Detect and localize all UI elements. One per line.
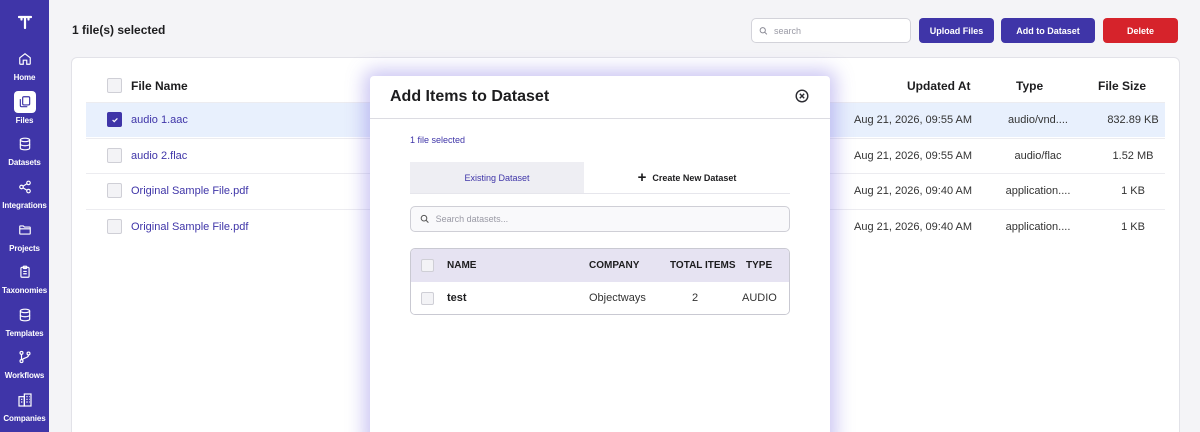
updated-at: Aug 21, 2026, 09:55 AM <box>854 150 973 162</box>
clipboard-icon <box>14 261 36 283</box>
database-icon <box>14 133 36 155</box>
dataset-name: test <box>447 292 467 304</box>
file-type: application.... <box>1005 221 1071 233</box>
dataset-company: Objectways <box>589 292 646 304</box>
file-name[interactable]: Original Sample File.pdf <box>131 221 248 233</box>
row-checkbox[interactable] <box>107 112 122 127</box>
sidebar-item-templates[interactable]: Templates <box>0 300 49 343</box>
sidebar-item-label: Datasets <box>8 158 41 168</box>
dataset-search-input[interactable] <box>435 214 789 224</box>
search-icon <box>420 214 429 223</box>
dataset-total-items: 2 <box>692 292 699 304</box>
home-icon <box>14 48 36 70</box>
delete-button[interactable]: Delete <box>1103 18 1178 43</box>
add-items-dialog: Add Items to Dataset 1 file selected Exi… <box>370 76 830 432</box>
selected-count: 1 file selected <box>410 135 466 145</box>
sidebar-item-label: Workflows <box>4 371 45 381</box>
sidebar-item-label: Companies <box>3 414 46 424</box>
dataset-type: AUDIO <box>742 292 777 304</box>
select-all-datasets-checkbox[interactable] <box>421 259 434 272</box>
sidebar-item-taxonomies[interactable]: Taxonomies <box>0 257 49 300</box>
row-checkbox[interactable] <box>107 148 122 163</box>
sidebar: Home Files Datasets Integrations Project… <box>0 0 49 432</box>
datasets-table-header: NAME COMPANY TOTAL ITEMS TYPE <box>411 249 789 282</box>
logo-icon <box>17 15 32 29</box>
sidebar-item-files[interactable]: Files <box>0 87 49 130</box>
sidebar-item-label: Templates <box>5 328 44 338</box>
plus-icon: + <box>637 169 647 186</box>
sidebar-item-label: Taxonomies <box>1 286 48 296</box>
column-header-company: COMPANY <box>589 260 640 271</box>
page-title: 1 file(s) selected <box>72 23 166 37</box>
sidebar-item-workflows[interactable]: Workflows <box>0 342 49 385</box>
file-size: 1.52 MB <box>1112 150 1154 162</box>
sidebar-item-companies[interactable]: Companies <box>0 385 49 428</box>
sidebar-item-integrations[interactable]: Integrations <box>0 172 49 215</box>
close-icon <box>795 89 809 103</box>
row-checkbox[interactable] <box>107 219 122 234</box>
file-name[interactable]: Original Sample File.pdf <box>131 185 248 197</box>
sidebar-item-label: Projects <box>9 243 40 253</box>
dataset-row[interactable]: test Objectways 2 AUDIO <box>411 282 789 314</box>
dataset-tabs: Existing Dataset + Create New Dataset <box>410 162 790 194</box>
upload-files-button[interactable]: Upload Files <box>919 18 994 43</box>
datasets-table: NAME COMPANY TOTAL ITEMS TYPE test Objec… <box>410 248 790 315</box>
column-header-type: Type <box>1016 79 1044 93</box>
column-header-file-size: File Size <box>1098 79 1147 93</box>
close-button[interactable] <box>795 89 809 103</box>
file-name[interactable]: audio 2.flac <box>131 150 187 162</box>
search-box[interactable] <box>751 18 911 43</box>
tab-create-new-dataset[interactable]: + Create New Dataset <box>584 162 790 193</box>
app-logo[interactable] <box>0 0 49 44</box>
building-icon <box>14 389 36 411</box>
tab-label: Create New Dataset <box>652 172 737 183</box>
file-type: audio/vnd.... <box>1008 114 1068 126</box>
file-size: 832.89 KB <box>1107 114 1159 126</box>
sidebar-item-label: Integrations <box>2 201 47 211</box>
dataset-search-box[interactable] <box>410 206 790 232</box>
sidebar-item-projects[interactable]: Projects <box>0 214 49 257</box>
share-icon <box>14 176 36 198</box>
updated-at: Aug 21, 2026, 09:40 AM <box>854 185 973 197</box>
row-checkbox[interactable] <box>107 183 122 198</box>
dialog-title: Add Items to Dataset <box>390 88 550 105</box>
sidebar-item-datasets[interactable]: Datasets <box>0 129 49 172</box>
file-type: audio/flac <box>1014 150 1062 162</box>
sidebar-item-label: Home <box>13 73 36 83</box>
dialog-divider <box>370 118 830 119</box>
files-icon <box>13 90 36 113</box>
search-input[interactable] <box>774 25 910 36</box>
column-header-total-items: TOTAL ITEMS <box>670 260 736 271</box>
check-icon <box>111 117 118 122</box>
folder-icon <box>14 219 36 241</box>
sidebar-item-home[interactable]: Home <box>0 44 49 87</box>
file-name[interactable]: audio 1.aac <box>131 114 188 126</box>
column-header-name: NAME <box>447 260 477 271</box>
file-type: application.... <box>1005 185 1071 197</box>
updated-at: Aug 21, 2026, 09:55 AM <box>854 114 973 126</box>
add-to-dataset-button[interactable]: Add to Dataset <box>1001 18 1095 43</box>
select-all-checkbox[interactable] <box>107 78 122 93</box>
column-header-type: TYPE <box>746 260 773 271</box>
sidebar-item-label: Files <box>15 115 34 125</box>
tab-existing-dataset[interactable]: Existing Dataset <box>410 162 584 193</box>
column-header-file-name: File Name <box>131 79 188 93</box>
column-header-updated-at: Updated At <box>907 79 971 93</box>
updated-at: Aug 21, 2026, 09:40 AM <box>854 221 973 233</box>
file-size: 1 KB <box>1121 185 1145 197</box>
file-size: 1 KB <box>1121 221 1145 233</box>
dataset-checkbox[interactable] <box>421 292 434 305</box>
database-icon <box>14 304 36 326</box>
tab-label: Existing Dataset <box>464 172 530 183</box>
git-branch-icon <box>14 346 36 368</box>
search-icon <box>759 26 768 35</box>
